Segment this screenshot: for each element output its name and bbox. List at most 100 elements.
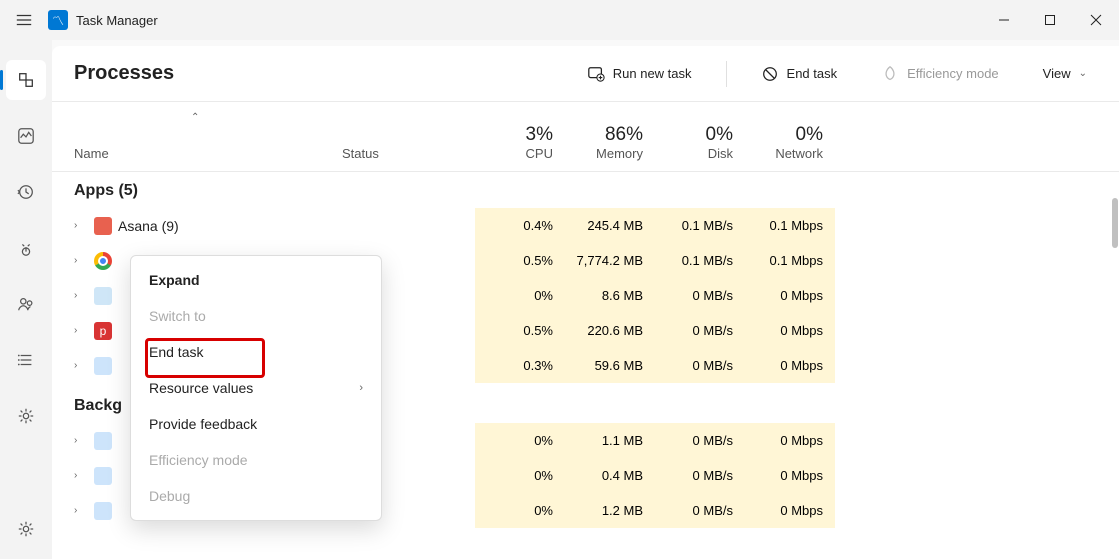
- end-task-button[interactable]: End task: [751, 59, 848, 89]
- sidebar-users[interactable]: [6, 284, 46, 324]
- col-status-label: Status: [342, 146, 463, 161]
- startup-icon: [17, 239, 35, 257]
- app-icon: [48, 10, 68, 30]
- row-disk: 0.1 MB/s: [655, 208, 745, 243]
- ctx-end-task[interactable]: End task: [131, 334, 381, 370]
- maximize-icon: [1044, 14, 1056, 26]
- services-icon: [17, 407, 35, 425]
- close-button[interactable]: [1073, 0, 1119, 40]
- col-status[interactable]: Status: [330, 102, 475, 171]
- performance-icon: [17, 127, 35, 145]
- col-cpu[interactable]: 3%CPU: [475, 102, 565, 171]
- col-name[interactable]: ⌃ Name: [52, 102, 330, 171]
- run-task-label: Run new task: [613, 66, 692, 81]
- details-icon: [17, 351, 35, 369]
- table-row[interactable]: › Asana (9) 0.4% 245.4 MB 0.1 MB/s 0.1 M…: [52, 208, 1119, 243]
- run-new-task-button[interactable]: Run new task: [577, 59, 702, 89]
- row-disk: 0.1 MB/s: [655, 243, 745, 278]
- context-menu: Expand Switch to End task Resource value…: [130, 255, 382, 521]
- asana-icon: [94, 217, 112, 235]
- row-net: 0 Mbps: [745, 278, 835, 313]
- sidebar-startup[interactable]: [6, 228, 46, 268]
- row-cpu: 0%: [475, 458, 565, 493]
- end-task-icon: [761, 65, 779, 83]
- scrollbar-thumb[interactable]: [1112, 198, 1118, 248]
- col-name-label: Name: [74, 146, 318, 161]
- ctx-debug: Debug: [131, 478, 381, 514]
- disk-label: Disk: [708, 146, 733, 161]
- expand-icon[interactable]: ›: [74, 220, 88, 231]
- row-status-cell: [330, 208, 475, 243]
- settings-icon: [17, 520, 35, 538]
- ctx-expand[interactable]: Expand: [131, 262, 381, 298]
- view-dropdown[interactable]: View ⌄: [1033, 60, 1097, 87]
- app-icon-4: p: [94, 322, 112, 340]
- mem-pct: 86%: [605, 124, 643, 146]
- efficiency-icon: [881, 65, 899, 83]
- net-pct: 0%: [796, 124, 823, 146]
- page-header: Processes Run new task End task Efficien…: [52, 46, 1119, 102]
- end-task-label: End task: [787, 66, 838, 81]
- sort-indicator-icon: ⌃: [191, 112, 199, 123]
- row-mem: 8.6 MB: [565, 278, 655, 313]
- minimize-button[interactable]: [981, 0, 1027, 40]
- close-icon: [1090, 14, 1102, 26]
- app-icon-3: [94, 287, 112, 305]
- row-mem: 7,774.2 MB: [565, 243, 655, 278]
- ctx-resource-values[interactable]: Resource values ›: [131, 370, 381, 406]
- efficiency-label: Efficiency mode: [907, 66, 999, 81]
- row-net: 0 Mbps: [745, 348, 835, 383]
- row-net: 0 Mbps: [745, 313, 835, 348]
- ctx-efficiency: Efficiency mode: [131, 442, 381, 478]
- row-net: 0 Mbps: [745, 493, 835, 528]
- cpu-label: CPU: [526, 146, 553, 161]
- ctx-resource-values-label: Resource values: [149, 380, 253, 396]
- expand-icon[interactable]: ›: [74, 470, 88, 481]
- row-cpu: 0.5%: [475, 313, 565, 348]
- row-mem: 1.2 MB: [565, 493, 655, 528]
- page-title: Processes: [74, 62, 174, 85]
- expand-icon[interactable]: ›: [74, 290, 88, 301]
- chevron-down-icon: ⌄: [1079, 68, 1087, 79]
- row-disk: 0 MB/s: [655, 313, 745, 348]
- expand-icon[interactable]: ›: [74, 255, 88, 266]
- row-mem: 1.1 MB: [565, 423, 655, 458]
- sidebar-processes[interactable]: [6, 60, 46, 100]
- sidebar-settings[interactable]: [6, 509, 46, 549]
- expand-icon[interactable]: ›: [74, 435, 88, 446]
- mem-label: Memory: [596, 146, 643, 161]
- row-net: 0.1 Mbps: [745, 243, 835, 278]
- ctx-feedback[interactable]: Provide feedback: [131, 406, 381, 442]
- sidebar-performance[interactable]: [6, 116, 46, 156]
- bg-icon: [94, 502, 112, 520]
- table-header: ⌃ Name Status 3%CPU 86%Memory 0%Disk 0%N…: [52, 102, 1119, 172]
- group-apps[interactable]: Apps (5): [52, 172, 1119, 208]
- bg-icon: [94, 467, 112, 485]
- disk-pct: 0%: [706, 124, 733, 146]
- hamburger-button[interactable]: [0, 0, 48, 40]
- titlebar: Task Manager: [0, 0, 1119, 40]
- window-controls: [981, 0, 1119, 40]
- row-name-cell: › Asana (9): [52, 208, 330, 243]
- expand-icon[interactable]: ›: [74, 505, 88, 516]
- maximize-button[interactable]: [1027, 0, 1073, 40]
- cpu-pct: 3%: [526, 124, 553, 146]
- col-network[interactable]: 0%Network: [745, 102, 835, 171]
- col-memory[interactable]: 86%Memory: [565, 102, 655, 171]
- col-disk[interactable]: 0%Disk: [655, 102, 745, 171]
- row-disk: 0 MB/s: [655, 278, 745, 313]
- header-actions: Run new task End task Efficiency mode Vi…: [577, 59, 1097, 89]
- row-disk: 0 MB/s: [655, 493, 745, 528]
- row-mem: 245.4 MB: [565, 208, 655, 243]
- row-net: 0 Mbps: [745, 458, 835, 493]
- sidebar-details[interactable]: [6, 340, 46, 380]
- expand-icon[interactable]: ›: [74, 325, 88, 336]
- chevron-right-icon: ›: [359, 382, 363, 394]
- sidebar-services[interactable]: [6, 396, 46, 436]
- expand-icon[interactable]: ›: [74, 360, 88, 371]
- row-cpu: 0.5%: [475, 243, 565, 278]
- row-cpu: 0.4%: [475, 208, 565, 243]
- sidebar-history[interactable]: [6, 172, 46, 212]
- row-net: 0.1 Mbps: [745, 208, 835, 243]
- run-task-icon: [587, 65, 605, 83]
